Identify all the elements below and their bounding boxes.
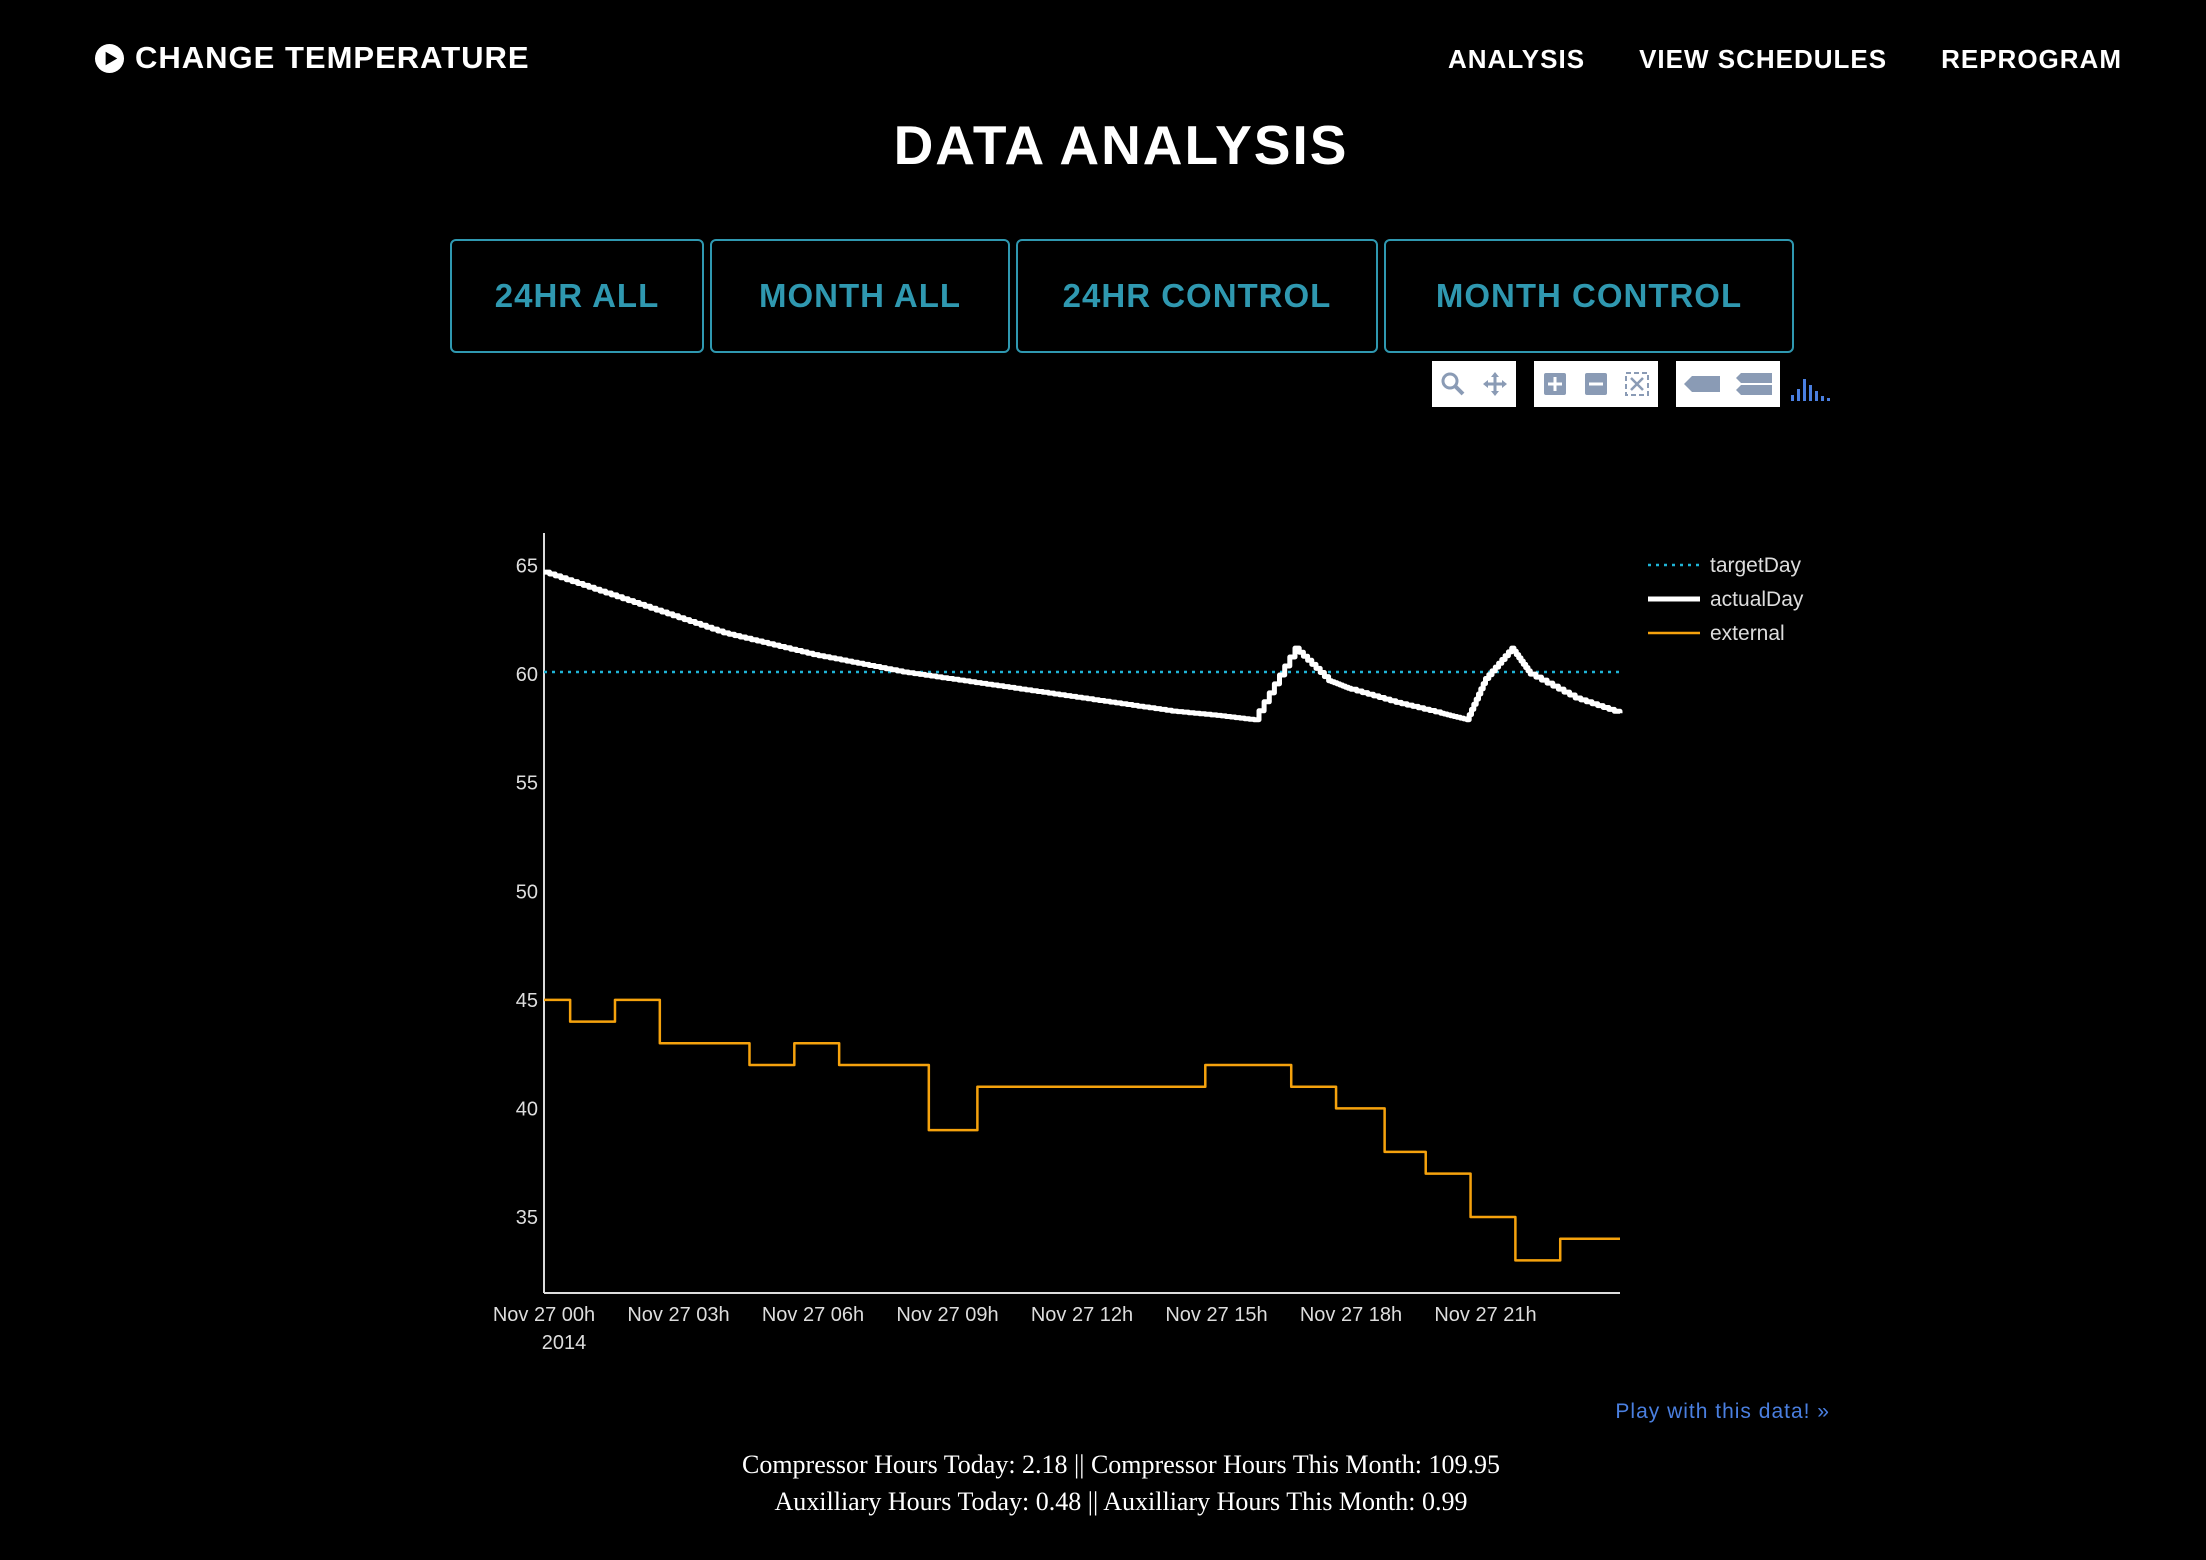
temperature-chart: 35 40 45 50 55 60 65 Nov 27 00h Nov 27 03h Nov 2… bbox=[493, 533, 1804, 1354]
usage-stats: Compressor Hours Today: 2.18 || Compress… bbox=[0, 1446, 2206, 1520]
auxilliary-hours: Auxilliary Hours Today: 0.48 || Auxillia… bbox=[774, 1487, 1468, 1516]
x-tick-label: Nov 27 15h bbox=[1165, 1304, 1267, 1326]
y-tick-label: 45 bbox=[516, 990, 538, 1012]
x-tick-label: Nov 27 06h bbox=[762, 1304, 864, 1326]
y-tick-label: 35 bbox=[516, 1207, 538, 1229]
x-tick-label: Nov 27 03h bbox=[627, 1304, 729, 1326]
x-tick-label: Nov 27 00h bbox=[493, 1304, 595, 1326]
x-tick-label: Nov 27 21h bbox=[1434, 1304, 1536, 1326]
y-tick-label: 40 bbox=[516, 1098, 538, 1120]
y-tick-label: 55 bbox=[516, 773, 538, 795]
series-actualDay bbox=[544, 569, 1623, 723]
x-sub-label: 2014 bbox=[542, 1332, 587, 1354]
play-with-data-link[interactable]: Play with this data! » bbox=[1600, 1400, 1830, 1424]
y-tick-label: 60 bbox=[516, 664, 538, 686]
compressor-hours: Compressor Hours Today: 2.18 || Compress… bbox=[741, 1450, 1500, 1479]
y-tick-label: 65 bbox=[516, 556, 538, 578]
series-external bbox=[544, 998, 1620, 1262]
x-tick-label: Nov 27 09h bbox=[896, 1304, 998, 1326]
y-tick-label: 50 bbox=[516, 881, 538, 903]
legend-label: external bbox=[1710, 622, 1785, 645]
x-tick-label: Nov 27 12h bbox=[1031, 1304, 1133, 1326]
legend-label: actualDay bbox=[1710, 588, 1804, 611]
chart-legend: targetDay actualDay external bbox=[1648, 554, 1804, 645]
legend-label: targetDay bbox=[1710, 554, 1802, 577]
x-tick-label: Nov 27 18h bbox=[1300, 1304, 1402, 1326]
